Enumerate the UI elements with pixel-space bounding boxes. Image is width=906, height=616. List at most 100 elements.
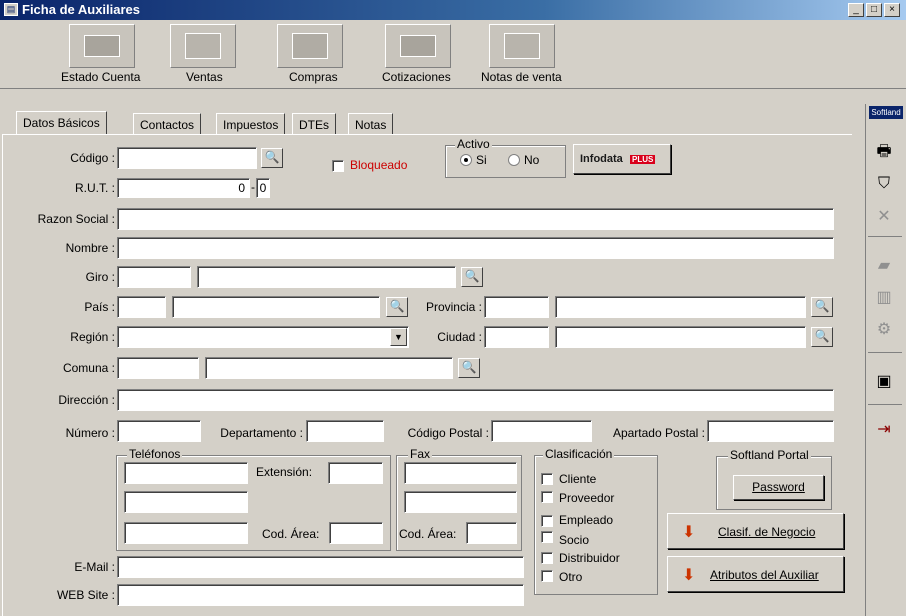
giro-description-input[interactable] [197, 266, 456, 288]
razon-social-label: Razon Social : [37, 212, 115, 226]
telefono-1-input[interactable] [124, 462, 248, 484]
app-icon: ▤ [4, 3, 18, 16]
atributos-auxiliar-button[interactable]: ⬇ Atributos del Auxiliar [667, 556, 844, 592]
clasif-negocio-icon: ⬇ [682, 524, 696, 541]
activo-si-radio[interactable] [460, 154, 472, 166]
codigo-input[interactable] [117, 147, 257, 169]
clasif-cliente-checkbox[interactable] [541, 473, 553, 485]
ciudad-code-input[interactable] [484, 326, 549, 348]
ciudad-search-icon[interactable]: 🔍 [811, 327, 833, 347]
exit-icon[interactable]: ⇥ [872, 418, 896, 442]
giro-code-input[interactable] [117, 266, 191, 288]
toolbar-compras-label[interactable]: Compras [289, 70, 338, 84]
extension-label: Extensión: [256, 465, 313, 479]
clasif-empleado-checkbox[interactable] [541, 515, 553, 527]
tab-dtes[interactable]: DTEs [292, 113, 336, 135]
nombre-label: Nombre : [65, 241, 115, 255]
side-divider [868, 236, 902, 237]
toolbar-cotizaciones-label[interactable]: Cotizaciones [382, 70, 451, 84]
provincia-label: Provincia : [425, 300, 482, 314]
open-folder-icon[interactable]: ▰ [872, 254, 896, 278]
razon-social-input[interactable] [117, 208, 834, 230]
activo-si-label: Si [476, 153, 487, 167]
email-input[interactable] [117, 556, 524, 578]
infodata-plus-button[interactable]: Infodata PLUS [573, 144, 671, 174]
telefono-3-input[interactable] [124, 522, 248, 544]
departamento-input[interactable] [306, 420, 384, 442]
print-icon[interactable]: 🖶 [872, 140, 896, 164]
region-select[interactable]: ▼ [117, 326, 409, 348]
provincia-code-input[interactable] [484, 296, 549, 318]
maximize-button[interactable]: □ [866, 3, 882, 17]
provincia-description-input[interactable] [555, 296, 806, 318]
ciudad-description-input[interactable] [555, 326, 806, 348]
toolbar-estado-cuenta-label[interactable]: Estado Cuenta [61, 70, 140, 84]
clasif-cliente-label: Cliente [559, 472, 597, 486]
pais-code-input[interactable] [117, 296, 166, 318]
clasif-proveedor-label: Proveedor [559, 491, 615, 505]
rut-dv-input[interactable]: 0 [256, 178, 270, 198]
atributos-label: Atributos del Auxiliar [710, 568, 819, 582]
direccion-input[interactable] [117, 389, 834, 411]
cotizaciones-icon[interactable] [385, 24, 451, 68]
giro-label: Giro : [85, 270, 115, 284]
ciudad-label: Ciudad : [437, 330, 482, 344]
fax-cod-area-input[interactable] [466, 522, 517, 544]
new-document-icon[interactable]: ▥ [872, 286, 896, 310]
clasif-socio-checkbox[interactable] [541, 531, 553, 543]
telefonos-cod-area-input[interactable] [329, 522, 383, 544]
tab-contactos[interactable]: Contactos [133, 113, 202, 135]
codigo-postal-input[interactable] [491, 420, 592, 442]
toolbar-ventas-label[interactable]: Ventas [186, 70, 223, 84]
tab-impuestos[interactable]: Impuestos [216, 113, 286, 135]
numero-label: Número : [65, 426, 115, 440]
tab-datos-basicos[interactable]: Datos Básicos [16, 111, 107, 135]
password-button[interactable]: Password [733, 475, 824, 500]
chevron-down-icon[interactable]: ▼ [390, 328, 407, 346]
comuna-code-input[interactable] [117, 357, 199, 379]
website-input[interactable] [117, 584, 524, 606]
toolbar-notas-venta-label[interactable]: Notas de venta [481, 70, 562, 84]
bloqueado-checkbox[interactable] [332, 160, 344, 172]
settings-icon[interactable]: ⚙ [872, 318, 896, 342]
pais-label: País : [84, 300, 115, 314]
window-title: Ficha de Auxiliares [22, 2, 141, 17]
activo-no-radio[interactable] [508, 154, 520, 166]
telefonos-legend: Teléfonos [127, 447, 183, 461]
clasif-otro-checkbox[interactable] [541, 570, 553, 582]
filter-icon[interactable]: ⛉ [872, 172, 896, 196]
notas-venta-icon[interactable] [489, 24, 555, 68]
tab-notas[interactable]: Notas [348, 113, 394, 135]
clasif-distribuidor-checkbox[interactable] [541, 552, 553, 564]
close-button[interactable]: × [884, 3, 900, 17]
nombre-input[interactable] [117, 237, 834, 259]
provincia-search-icon[interactable]: 🔍 [811, 297, 833, 317]
side-divider-2 [868, 352, 902, 353]
minimize-button[interactable]: _ [848, 3, 864, 17]
apartado-postal-input[interactable] [707, 420, 834, 442]
fax-2-input[interactable] [404, 491, 517, 513]
estado-cuenta-icon[interactable] [69, 24, 135, 68]
giro-search-icon[interactable]: 🔍 [461, 267, 483, 287]
clasif-negocio-button[interactable]: ⬇ Clasif. de Negocio [667, 513, 844, 549]
bloqueado-label: Bloqueado [350, 158, 408, 172]
rut-input[interactable]: 0 [117, 178, 250, 198]
pais-search-icon[interactable]: 🔍 [386, 297, 408, 317]
pais-description-input[interactable] [172, 296, 380, 318]
activo-no-label: No [524, 153, 540, 167]
fax-1-input[interactable] [404, 462, 517, 484]
comuna-search-icon[interactable]: 🔍 [458, 358, 480, 378]
telefono-2-input[interactable] [124, 491, 248, 513]
ventas-icon[interactable] [170, 24, 236, 68]
save-icon[interactable]: ▣ [872, 370, 896, 394]
extension-input[interactable] [328, 462, 383, 484]
compras-icon[interactable] [277, 24, 343, 68]
codigo-search-icon[interactable]: 🔍 [261, 148, 283, 168]
delete-icon[interactable]: ✕ [872, 205, 896, 229]
comuna-label: Comuna : [62, 361, 115, 375]
comuna-description-input[interactable] [205, 357, 453, 379]
clasif-proveedor-checkbox[interactable] [541, 491, 553, 503]
fax-legend: Fax [408, 447, 433, 461]
numero-input[interactable] [117, 420, 201, 442]
clasif-empleado-label: Empleado [559, 513, 614, 527]
